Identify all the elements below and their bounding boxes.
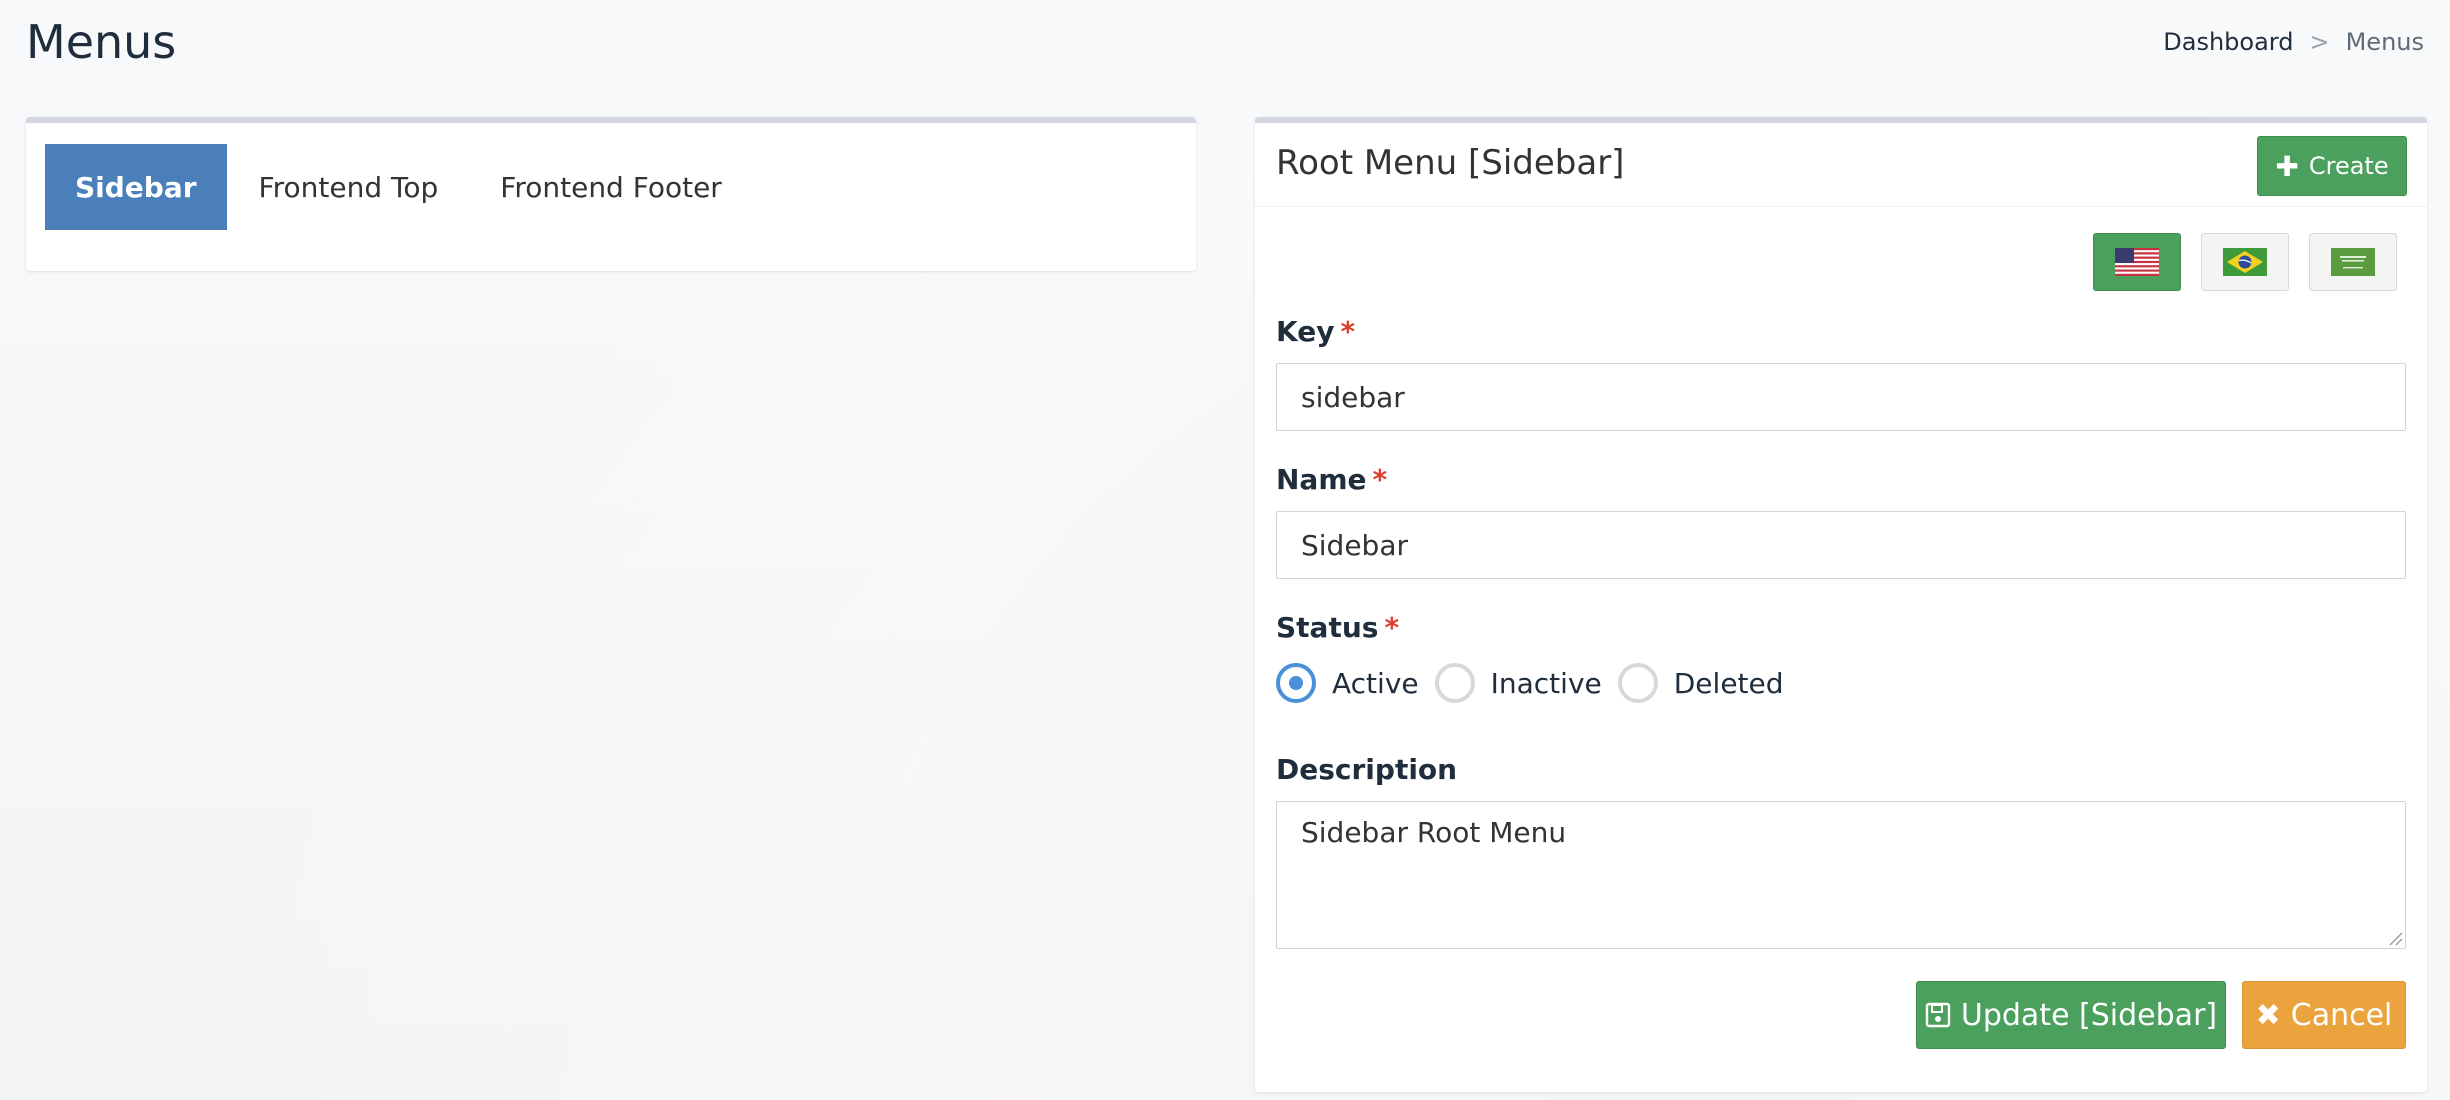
- update-button-label: Update [Sidebar]: [1960, 997, 2218, 1033]
- status-radio-group: Active Inactive Deleted: [1276, 663, 1800, 703]
- status-option-inactive[interactable]: Inactive: [1434, 663, 1602, 703]
- status-option-active[interactable]: Active: [1276, 663, 1419, 703]
- breadcrumb: Dashboard > Menus: [2163, 28, 2424, 56]
- name-label: Name *: [1276, 463, 1387, 496]
- radio-active[interactable]: [1276, 663, 1316, 703]
- required-marker: *: [1340, 315, 1356, 348]
- language-switcher: [2093, 233, 2397, 291]
- create-button-label: Create: [2308, 152, 2389, 180]
- breadcrumb-separator: >: [2309, 28, 2330, 56]
- tab-sidebar[interactable]: Sidebar: [45, 144, 227, 230]
- status-label: Status *: [1276, 611, 1399, 644]
- status-label-text: Status: [1276, 611, 1379, 644]
- language-pt-button[interactable]: [2201, 233, 2289, 291]
- status-inactive-label: Inactive: [1490, 666, 1602, 700]
- key-label-text: Key: [1276, 315, 1335, 348]
- root-menu-form-card: Root Menu [Sidebar] ✚ Create Key * sideb…: [1255, 117, 2427, 1092]
- description-text: Sidebar Root Menu: [1301, 816, 1567, 849]
- update-button[interactable]: Update [Sidebar]: [1916, 981, 2226, 1049]
- key-input[interactable]: sidebar: [1276, 363, 2406, 431]
- radio-deleted[interactable]: [1617, 663, 1658, 703]
- language-en-button[interactable]: [2093, 233, 2181, 291]
- close-icon: ✖: [2255, 997, 2281, 1033]
- breadcrumb-dashboard-link[interactable]: Dashboard: [2163, 28, 2293, 56]
- menu-tabs-card: Sidebar Frontend Top Frontend Footer: [26, 117, 1196, 271]
- description-textarea[interactable]: Sidebar Root Menu: [1276, 801, 2406, 949]
- menu-tabs: Sidebar Frontend Top Frontend Footer: [45, 144, 752, 230]
- name-label-text: Name: [1276, 463, 1367, 496]
- tab-frontend-top[interactable]: Frontend Top: [229, 144, 469, 230]
- required-marker: *: [1384, 611, 1400, 644]
- page-title: Menus: [26, 15, 177, 69]
- cancel-button[interactable]: ✖ Cancel: [2242, 981, 2406, 1049]
- radio-inactive[interactable]: [1434, 663, 1475, 703]
- card-header: Root Menu [Sidebar] ✚ Create: [1255, 123, 2427, 207]
- sa-flag-icon: [2331, 248, 2375, 276]
- resize-grip-icon[interactable]: [2387, 930, 2403, 946]
- required-marker: *: [1372, 463, 1388, 496]
- card-title: Root Menu [Sidebar]: [1276, 143, 1625, 183]
- save-icon: [1925, 1002, 1951, 1028]
- status-active-label: Active: [1332, 666, 1419, 700]
- plus-icon: ✚: [2275, 149, 2299, 183]
- br-flag-icon: [2223, 248, 2267, 276]
- name-input[interactable]: Sidebar: [1276, 511, 2406, 579]
- status-option-deleted[interactable]: Deleted: [1617, 663, 1784, 703]
- create-button[interactable]: ✚ Create: [2257, 136, 2407, 196]
- cancel-button-label: Cancel: [2290, 997, 2393, 1033]
- key-label: Key *: [1276, 315, 1355, 348]
- description-label: Description: [1276, 753, 1458, 786]
- status-deleted-label: Deleted: [1673, 666, 1784, 700]
- tab-frontend-footer[interactable]: Frontend Footer: [470, 144, 752, 230]
- breadcrumb-current: Menus: [2345, 28, 2424, 56]
- language-ar-button[interactable]: [2309, 233, 2397, 291]
- us-flag-icon: [2115, 248, 2159, 276]
